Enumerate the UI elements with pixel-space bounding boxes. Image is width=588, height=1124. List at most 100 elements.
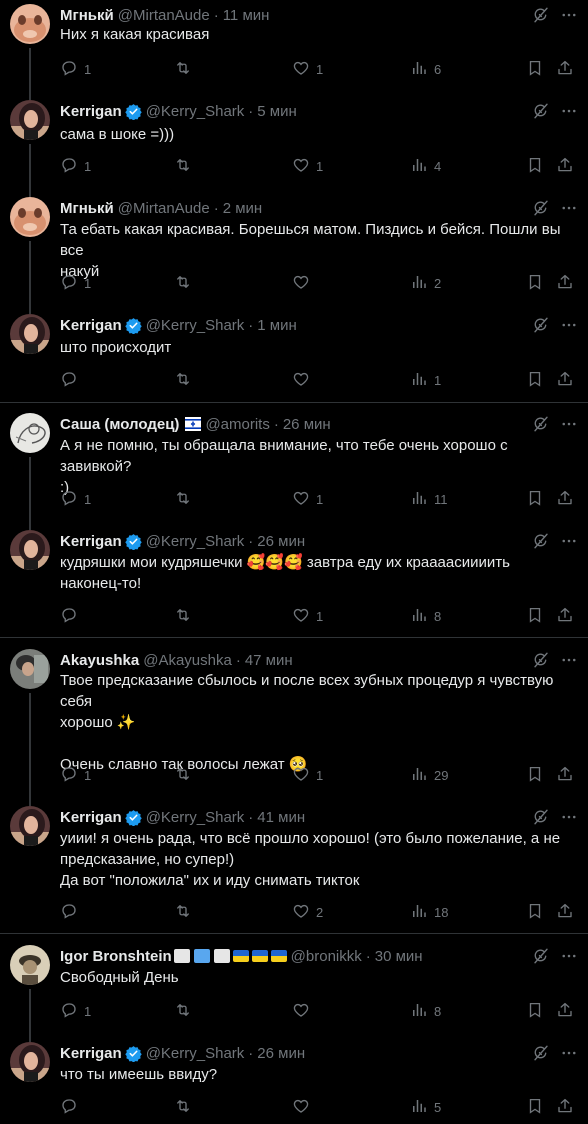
avatar[interactable] xyxy=(10,530,50,570)
post[interactable]: Kerrigan @Kerry_Shark · 5 мин сама в шок… xyxy=(0,94,588,197)
share-button[interactable] xyxy=(556,765,574,785)
views-button[interactable]: 2 xyxy=(410,273,441,293)
author-name[interactable]: Kerrigan xyxy=(60,1045,122,1062)
bookmark-button[interactable] xyxy=(526,370,544,390)
bookmark-button[interactable] xyxy=(526,765,544,785)
more-icon[interactable] xyxy=(560,415,578,433)
reply-button[interactable] xyxy=(60,606,84,626)
like-button[interactable]: 1 xyxy=(292,489,323,509)
reply-button[interactable]: 1 xyxy=(60,489,91,509)
author-handle[interactable]: @Kerry_Shark xyxy=(146,317,245,334)
repost-button[interactable] xyxy=(174,273,198,293)
more-icon[interactable] xyxy=(560,1044,578,1062)
author-name[interactable]: Саша (молодец) xyxy=(60,416,179,433)
like-button[interactable] xyxy=(292,1097,316,1117)
author-handle[interactable]: @MirtanAude xyxy=(118,200,210,217)
more-icon[interactable] xyxy=(560,199,578,217)
repost-button[interactable] xyxy=(174,156,198,176)
like-button[interactable] xyxy=(292,370,316,390)
post-time[interactable]: 26 мин xyxy=(257,533,305,550)
author-handle[interactable]: @Kerry_Shark xyxy=(146,103,245,120)
views-button[interactable]: 18 xyxy=(410,902,448,922)
author-name[interactable]: Мгнькй xyxy=(60,200,114,217)
more-icon[interactable] xyxy=(560,6,578,24)
post[interactable]: Kerrigan @Kerry_Shark · 26 мин кудряшки … xyxy=(0,524,588,649)
share-button[interactable] xyxy=(556,606,574,626)
views-button[interactable]: 11 xyxy=(410,489,448,509)
like-button[interactable] xyxy=(292,273,316,293)
grok-icon[interactable] xyxy=(532,651,550,669)
avatar[interactable] xyxy=(10,4,50,44)
author-name[interactable]: Мгнькй xyxy=(60,7,114,24)
reply-button[interactable] xyxy=(60,370,84,390)
avatar[interactable] xyxy=(10,413,50,453)
avatar[interactable] xyxy=(10,314,50,354)
like-button[interactable]: 1 xyxy=(292,606,323,626)
bookmark-button[interactable] xyxy=(526,1001,544,1021)
author-handle[interactable]: @Kerry_Shark xyxy=(146,1045,245,1062)
author-handle[interactable]: @bronikkk xyxy=(291,948,362,965)
reply-button[interactable]: 1 xyxy=(60,156,91,176)
repost-button[interactable] xyxy=(174,902,198,922)
repost-button[interactable] xyxy=(174,370,198,390)
bookmark-button[interactable] xyxy=(526,902,544,922)
avatar[interactable] xyxy=(10,649,50,689)
author-name[interactable]: Igor Bronshtein xyxy=(60,948,172,965)
reply-button[interactable] xyxy=(60,1097,84,1117)
avatar[interactable] xyxy=(10,197,50,237)
more-icon[interactable] xyxy=(560,808,578,826)
repost-button[interactable] xyxy=(174,1001,198,1021)
post-time[interactable]: 26 мин xyxy=(257,1045,305,1062)
post-time[interactable]: 5 мин xyxy=(257,103,297,120)
grok-icon[interactable] xyxy=(532,6,550,24)
views-button[interactable]: 6 xyxy=(410,59,441,79)
views-button[interactable]: 29 xyxy=(410,765,448,785)
share-button[interactable] xyxy=(556,1001,574,1021)
reply-button[interactable]: 1 xyxy=(60,273,91,293)
author-handle[interactable]: @Kerry_Shark xyxy=(146,809,245,826)
repost-button[interactable] xyxy=(174,765,198,785)
author-name[interactable]: Kerrigan xyxy=(60,533,122,550)
bookmark-button[interactable] xyxy=(526,489,544,509)
repost-button[interactable] xyxy=(174,606,198,626)
share-button[interactable] xyxy=(556,370,574,390)
author-handle[interactable]: @Akayushka xyxy=(143,652,232,669)
author-name[interactable]: Kerrigan xyxy=(60,809,122,826)
repost-button[interactable] xyxy=(174,489,198,509)
post-time[interactable]: 2 мин xyxy=(223,200,263,217)
post[interactable]: Kerrigan @Kerry_Shark · 41 мин уиии! я о… xyxy=(0,800,588,945)
reply-button[interactable] xyxy=(60,902,84,922)
share-button[interactable] xyxy=(556,273,574,293)
post[interactable]: Мгнькй @MirtanAude · 11 мин Них я какая … xyxy=(0,4,588,100)
reply-button[interactable]: 1 xyxy=(60,765,91,785)
post[interactable]: Саша (молодец) @amorits · 26 мин А я не … xyxy=(0,413,588,530)
like-button[interactable]: 1 xyxy=(292,765,323,785)
grok-icon[interactable] xyxy=(532,532,550,550)
bookmark-button[interactable] xyxy=(526,273,544,293)
more-icon[interactable] xyxy=(560,102,578,120)
bookmark-button[interactable] xyxy=(526,59,544,79)
bookmark-button[interactable] xyxy=(526,606,544,626)
more-icon[interactable] xyxy=(560,316,578,334)
like-button[interactable]: 1 xyxy=(292,156,323,176)
avatar[interactable] xyxy=(10,945,50,985)
like-button[interactable]: 1 xyxy=(292,59,323,79)
post-time[interactable]: 11 мин xyxy=(223,7,270,24)
more-icon[interactable] xyxy=(560,532,578,550)
share-button[interactable] xyxy=(556,156,574,176)
grok-icon[interactable] xyxy=(532,415,550,433)
reply-button[interactable]: 1 xyxy=(60,1001,91,1021)
author-name[interactable]: Kerrigan xyxy=(60,103,122,120)
bookmark-button[interactable] xyxy=(526,1097,544,1117)
more-icon[interactable] xyxy=(560,651,578,669)
grok-icon[interactable] xyxy=(532,808,550,826)
views-button[interactable]: 8 xyxy=(410,1001,441,1021)
reply-button[interactable]: 1 xyxy=(60,59,91,79)
post-time[interactable]: 1 мин xyxy=(257,317,297,334)
views-button[interactable]: 4 xyxy=(410,156,441,176)
post-time[interactable]: 26 мин xyxy=(283,416,331,433)
author-handle[interactable]: @amorits xyxy=(205,416,269,433)
views-button[interactable]: 1 xyxy=(410,370,441,390)
grok-icon[interactable] xyxy=(532,199,550,217)
views-button[interactable]: 8 xyxy=(410,606,441,626)
